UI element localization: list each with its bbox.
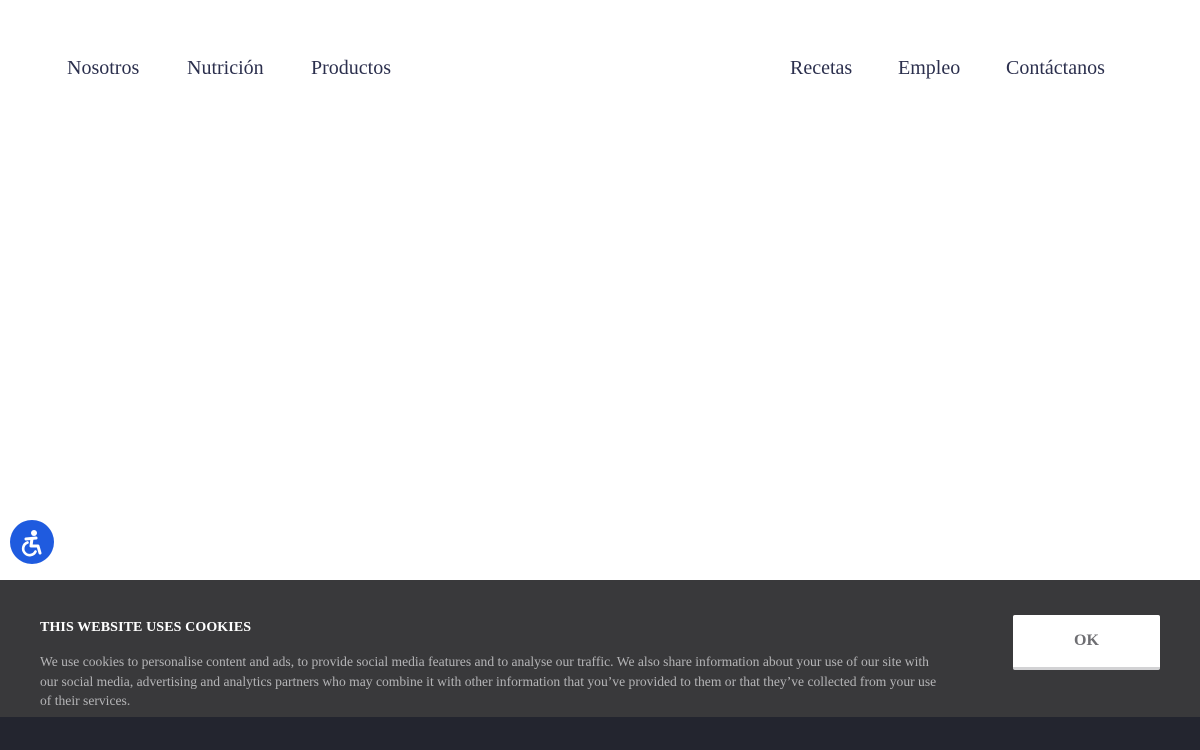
cookie-banner-title: THIS WEBSITE USES COOKIES [40,620,252,635]
accessibility-button[interactable] [10,520,54,564]
nav-link-recetas[interactable]: Recetas [790,56,852,80]
cookie-banner-text: We use cookies to personalise content an… [40,654,937,708]
footer-strip [0,717,1200,750]
cookie-ok-button[interactable]: OK [1013,615,1160,670]
nav-link-productos[interactable]: Productos [311,56,391,80]
cookie-banner: THIS WEBSITE USES COOKIES We use cookies… [0,580,1200,717]
nav-link-empleo[interactable]: Empleo [898,56,960,80]
nav-link-nosotros[interactable]: Nosotros [67,56,139,80]
nav-link-nutricion[interactable]: Nutrición [187,56,264,80]
nav-link-contactanos[interactable]: Contáctanos [1006,56,1105,80]
accessibility-icon [21,530,42,557]
